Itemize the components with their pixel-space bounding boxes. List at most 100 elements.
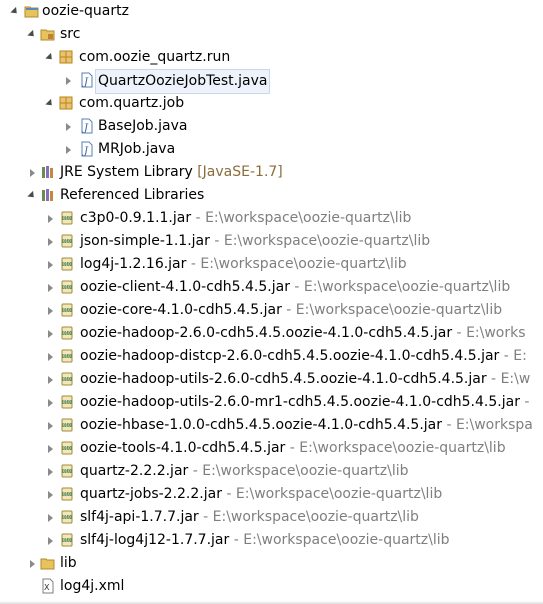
svg-text:010: 010 (63, 354, 71, 359)
tree-item-java-file[interactable]: J BaseJob.java (0, 115, 543, 138)
jar-icon: 010 (59, 210, 75, 226)
project-folder-icon (24, 3, 40, 19)
collapse-arrow-icon[interactable] (63, 69, 74, 92)
tree-item-jar[interactable]: 010 oozie-hadoop-2.6.0-cdh5.4.5.oozie-4.1… (0, 322, 543, 345)
expand-arrow-icon[interactable] (27, 184, 38, 207)
tree-item-referenced-libraries[interactable]: Referenced Libraries (0, 184, 543, 207)
tree-item-jar[interactable]: 010 oozie-hadoop-utils-2.6.0-cdh5.4.5.ooz… (0, 368, 543, 391)
jar-path: E:\workspace\oozie-quartz\lib (299, 440, 506, 456)
collapse-arrow-icon[interactable] (45, 437, 56, 460)
jar-label: c3p0-0.9.1.1.jar - E:\workspace\oozie-qu… (80, 207, 411, 230)
collapse-arrow-icon[interactable] (63, 115, 74, 138)
collapse-arrow-icon[interactable] (45, 391, 56, 414)
svg-text:010: 010 (63, 538, 71, 543)
tree-item-java-file[interactable]: J MRJob.java (0, 138, 543, 161)
collapse-arrow-icon[interactable] (45, 483, 56, 506)
folder-icon (40, 555, 56, 571)
collapse-arrow-icon[interactable] (27, 161, 38, 184)
expand-arrow-icon[interactable] (10, 0, 21, 23)
jar-label: slf4j-api-1.7.7.jar - E:\workspace\oozie… (80, 506, 419, 529)
svg-text:010: 010 (63, 331, 71, 336)
jar-name: quartz-jobs-2.2.2.jar (80, 486, 222, 502)
collapse-arrow-icon[interactable] (45, 299, 56, 322)
tree-item-package[interactable]: com.oozie_quartz.run (0, 46, 543, 69)
tree-item-src[interactable]: src (0, 23, 543, 46)
tree-item-xml-file[interactable]: X log4j.xml (0, 575, 543, 598)
collapse-arrow-icon[interactable] (45, 322, 56, 345)
tree-item-jar[interactable]: 010 quartz-jobs-2.2.2.jar - E:\workspace\… (0, 483, 543, 506)
tree-item-java-file[interactable]: J QuartzOozieJobTest.java (0, 69, 543, 94)
jar-label: quartz-2.2.2.jar - E:\workspace\oozie-qu… (80, 460, 409, 483)
svg-text:010: 010 (63, 377, 71, 382)
tree-item-project[interactable]: oozie-quartz (0, 0, 543, 23)
expand-arrow-icon[interactable] (45, 92, 56, 115)
jar-path: E:\workspace\oozie-quartz\lib (212, 509, 419, 525)
svg-text:J: J (82, 77, 89, 88)
collapse-arrow-icon[interactable] (27, 552, 38, 575)
jar-path: E:\workspace\oozie-quartz\lib (200, 256, 407, 272)
svg-text:010: 010 (63, 262, 71, 267)
collapse-arrow-icon[interactable] (45, 368, 56, 391)
collapse-arrow-icon[interactable] (45, 345, 56, 368)
tree-item-jar[interactable]: 010 oozie-tools-4.1.0-cdh5.4.5.jar - E:\w… (0, 437, 543, 460)
collapse-arrow-icon[interactable] (63, 138, 74, 161)
jar-path: E:\workspa (455, 417, 533, 433)
jar-path: E:\w (500, 371, 531, 387)
jar-icon: 010 (59, 463, 75, 479)
jar-label: log4j-1.2.16.jar - E:\workspace\oozie-qu… (80, 253, 407, 276)
jar-path: E:\workspace\oozie-quartz\lib (303, 279, 511, 295)
jar-icon: 010 (59, 279, 75, 295)
collapse-arrow-icon[interactable] (45, 414, 56, 437)
package-label: com.quartz.job (79, 95, 185, 111)
tree-item-jar[interactable]: 010 log4j-1.2.16.jar - E:\workspace\oozie… (0, 253, 543, 276)
xml-file-label: log4j.xml (60, 578, 125, 594)
jar-icon: 010 (59, 325, 75, 341)
tree-item-jar[interactable]: 010 slf4j-log4j12-1.7.7.jar - E:\workspac… (0, 529, 543, 552)
referenced-libraries-label: Referenced Libraries (60, 187, 205, 203)
tree-item-package[interactable]: com.quartz.job (0, 92, 543, 115)
collapse-arrow-icon[interactable] (45, 253, 56, 276)
tree-item-jar[interactable]: 010 oozie-hbase-1.0.0-cdh5.4.5.oozie-4.1.… (0, 414, 543, 437)
jar-path-separator: - (229, 532, 244, 548)
project-name: oozie-quartz (42, 3, 129, 19)
collapse-arrow-icon[interactable] (45, 529, 56, 552)
tree-item-jar[interactable]: 010 quartz-2.2.2.jar - E:\workspace\oozie… (0, 460, 543, 483)
tree-item-jar[interactable]: 010 c3p0-0.9.1.1.jar - E:\workspace\oozie… (0, 207, 543, 230)
package-label: com.oozie_quartz.run (79, 49, 231, 65)
tree-item-jar[interactable]: 010 slf4j-api-1.7.7.jar - E:\workspace\oo… (0, 506, 543, 529)
tree-item-jre[interactable]: JRE System Library [JavaSE-1.7] (0, 161, 543, 184)
jar-label: oozie-hadoop-distcp-2.6.0-cdh5.4.5.oozie… (80, 345, 527, 368)
collapse-arrow-icon[interactable] (45, 230, 56, 253)
java-file-icon: J (79, 141, 95, 157)
tree-item-lib-folder[interactable]: lib (0, 552, 543, 575)
jar-icon: 010 (59, 509, 75, 525)
jar-label: slf4j-log4j12-1.7.7.jar - E:\workspace\o… (80, 529, 450, 552)
expand-arrow-icon[interactable] (27, 23, 38, 46)
tree-item-jar[interactable]: 010 oozie-core-4.1.0-cdh5.4.5.jar - E:\wo… (0, 299, 543, 322)
jar-label: oozie-hadoop-2.6.0-cdh5.4.5.oozie-4.1.0-… (80, 322, 526, 345)
jar-label: oozie-hadoop-utils-2.6.0-cdh5.4.5.oozie-… (80, 368, 530, 391)
svg-text:010: 010 (63, 423, 71, 428)
collapse-arrow-icon[interactable] (45, 506, 56, 529)
tree-item-jar[interactable]: 010 json-simple-1.1.jar - E:\workspace\oo… (0, 230, 543, 253)
svg-text:010: 010 (63, 469, 71, 474)
jar-name: c3p0-0.9.1.1.jar (80, 210, 192, 226)
expand-arrow-icon[interactable] (45, 46, 56, 69)
tree-item-jar[interactable]: 010 oozie-hadoop-distcp-2.6.0-cdh5.4.5.oo… (0, 345, 543, 368)
jar-name: oozie-hadoop-utils-2.6.0-mr1-cdh5.4.5.oo… (80, 394, 520, 410)
collapse-arrow-icon[interactable] (45, 460, 56, 483)
java-file-icon: J (79, 72, 95, 88)
jre-label: JRE System Library [JavaSE-1.7] (60, 161, 283, 184)
svg-text:010: 010 (63, 308, 71, 313)
jar-name: log4j-1.2.16.jar (80, 256, 187, 272)
svg-text:010: 010 (63, 400, 71, 405)
collapse-arrow-icon[interactable] (45, 207, 56, 230)
collapse-arrow-icon[interactable] (45, 276, 56, 299)
java-file-label: BaseJob.java (98, 118, 188, 134)
jar-name: slf4j-log4j12-1.7.7.jar (80, 532, 230, 548)
jar-icon: 010 (59, 440, 75, 456)
tree-item-jar[interactable]: 010 oozie-client-4.1.0-cdh5.4.5.jar - E:\… (0, 276, 543, 299)
jar-path: E:\workspace\oozie-quartz\lib (295, 302, 503, 318)
svg-text:010: 010 (63, 446, 71, 451)
tree-item-jar[interactable]: 010 oozie-hadoop-utils-2.6.0-mr1-cdh5.4.5… (0, 391, 543, 414)
